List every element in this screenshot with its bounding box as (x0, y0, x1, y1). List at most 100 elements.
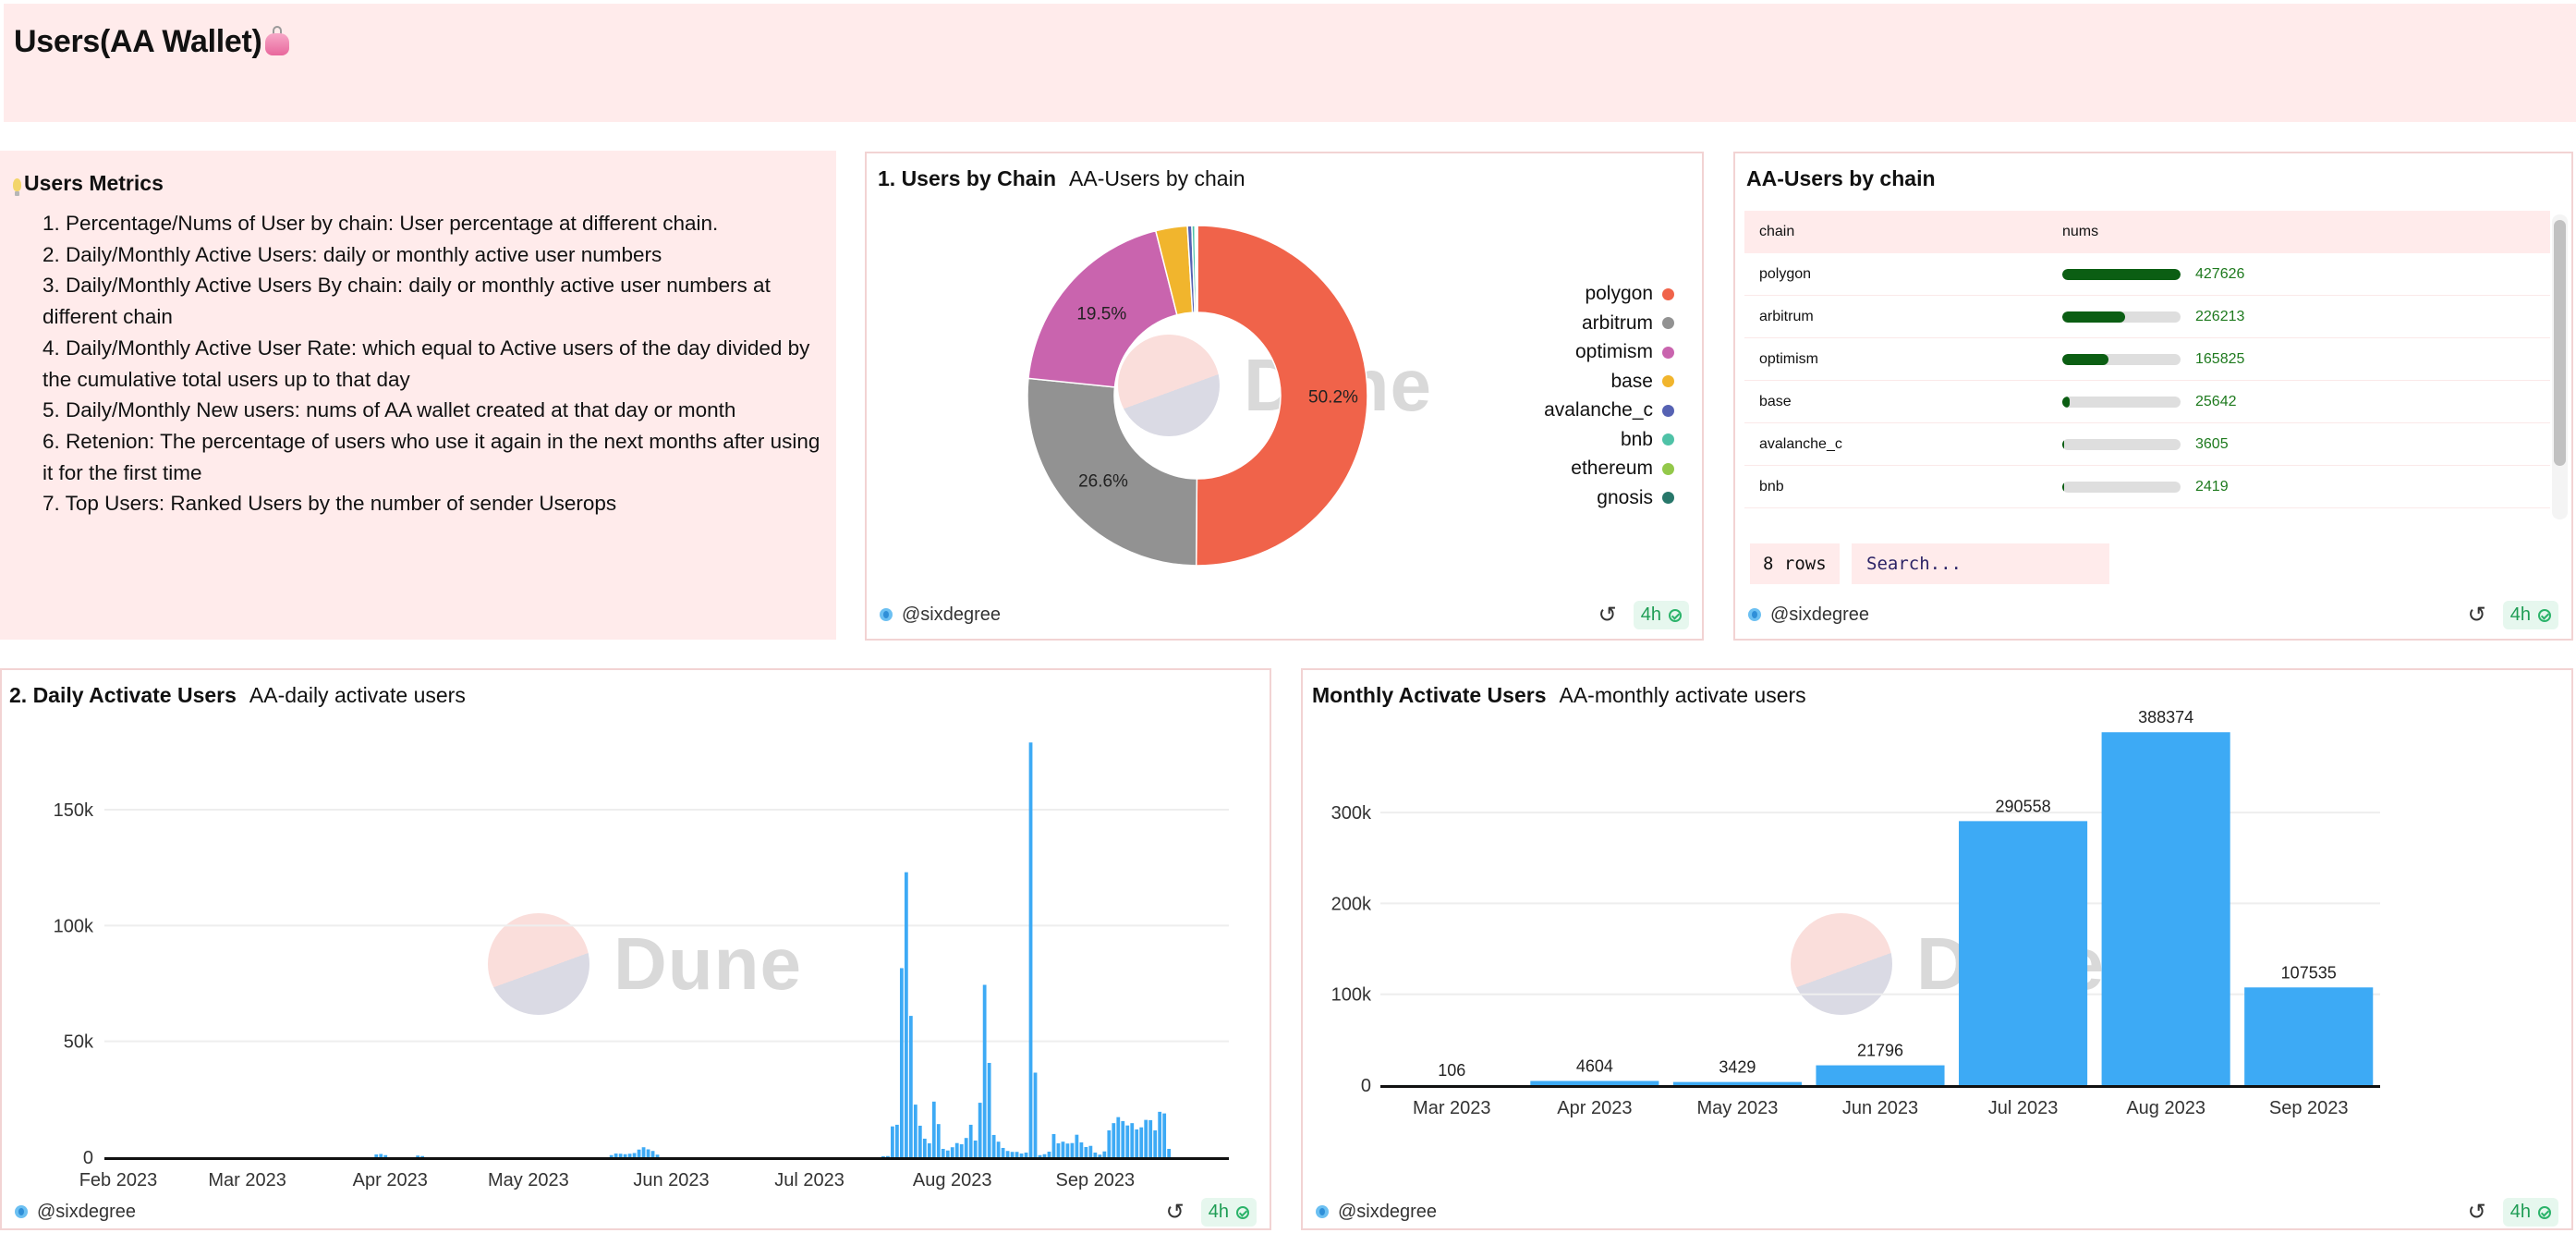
bar[interactable] (1135, 1129, 1139, 1157)
legend-item-gnosis[interactable]: gnosis (1597, 487, 1674, 509)
author-name[interactable]: @sixdegree (37, 1202, 136, 1223)
author-name[interactable]: @sixdegree (1338, 1202, 1437, 1223)
bar[interactable] (987, 1062, 991, 1157)
bar[interactable] (1079, 1141, 1084, 1157)
bar[interactable] (1056, 1142, 1061, 1157)
table-row[interactable]: avalanche_c 3605 (1744, 423, 2550, 466)
table-row[interactable]: arbitrum 226213 (1744, 296, 2550, 338)
table-row[interactable]: bnb 2419 (1744, 466, 2550, 508)
author[interactable]: @sixdegree (15, 1202, 136, 1223)
bar[interactable] (886, 1155, 890, 1157)
bar[interactable] (982, 984, 987, 1157)
bar[interactable] (941, 1148, 945, 1157)
bar[interactable] (1019, 1153, 1024, 1157)
bar[interactable] (1038, 1154, 1042, 1157)
table-scrollbar-thumb[interactable] (2554, 220, 2566, 466)
bar[interactable] (1098, 1154, 1102, 1157)
card-title-main[interactable]: AA-Users by chain (1746, 166, 1936, 190)
table-row[interactable]: base 25642 (1744, 381, 2550, 423)
bar[interactable] (1047, 1151, 1051, 1157)
bar[interactable] (950, 1147, 954, 1157)
bar[interactable] (1816, 1065, 1945, 1085)
bar[interactable] (646, 1149, 650, 1157)
bar[interactable] (2244, 987, 2374, 1085)
bar[interactable] (1125, 1125, 1130, 1157)
bar[interactable] (614, 1153, 618, 1157)
bar[interactable] (1042, 1154, 1047, 1157)
bar[interactable] (945, 1150, 950, 1157)
legend-item-polygon[interactable]: polygon (1585, 283, 1674, 305)
author[interactable]: @sixdegree (1316, 1202, 1437, 1223)
refresh-icon[interactable]: ↺ (1598, 604, 1617, 627)
legend-item-arbitrum[interactable]: arbitrum (1582, 312, 1674, 335)
bar[interactable] (641, 1147, 646, 1157)
bar[interactable] (1065, 1143, 1070, 1157)
refresh-icon[interactable]: ↺ (1166, 1201, 1185, 1224)
bar[interactable] (374, 1154, 379, 1157)
legend-item-bnb[interactable]: bnb (1621, 429, 1674, 451)
bar[interactable] (1153, 1129, 1158, 1157)
bar[interactable] (959, 1143, 964, 1157)
bar[interactable] (899, 968, 904, 1157)
bar[interactable] (1084, 1146, 1088, 1157)
author[interactable]: @sixdegree (880, 604, 1001, 626)
bar[interactable] (1024, 1152, 1028, 1157)
bar[interactable] (623, 1154, 627, 1157)
bar[interactable] (917, 1125, 922, 1157)
legend-item-avalanche_c[interactable]: avalanche_c (1544, 399, 1674, 421)
table-search-input[interactable] (1852, 543, 2109, 584)
table-row[interactable]: optimism 165825 (1744, 338, 2550, 381)
bar[interactable] (1005, 1151, 1010, 1157)
bar[interactable] (1070, 1142, 1075, 1157)
bar[interactable] (954, 1142, 959, 1157)
bar[interactable] (991, 1134, 996, 1157)
bar[interactable] (1158, 1111, 1162, 1157)
bar[interactable] (1033, 1072, 1038, 1157)
bar[interactable] (1130, 1123, 1135, 1157)
refresh-icon[interactable]: ↺ (2468, 604, 2486, 627)
bar[interactable] (964, 1138, 968, 1157)
bar[interactable] (1139, 1127, 1144, 1157)
bar[interactable] (973, 1140, 978, 1157)
bar[interactable] (609, 1154, 614, 1157)
bar[interactable] (894, 1124, 899, 1157)
bar[interactable] (1028, 742, 1033, 1157)
refresh-icon[interactable]: ↺ (2468, 1201, 2486, 1224)
column-header-chain[interactable]: chain (1744, 224, 2062, 240)
author-name[interactable]: @sixdegree (1770, 604, 1869, 626)
bar[interactable] (1010, 1152, 1015, 1157)
bar[interactable] (996, 1141, 1001, 1157)
bar[interactable] (1148, 1119, 1153, 1157)
bar[interactable] (1144, 1119, 1148, 1157)
bar[interactable] (1015, 1152, 1019, 1157)
bar[interactable] (913, 1105, 917, 1157)
bar[interactable] (1061, 1141, 1065, 1157)
bar[interactable] (627, 1154, 632, 1157)
bar[interactable] (655, 1154, 660, 1157)
bar[interactable] (1112, 1123, 1116, 1157)
bar[interactable] (1162, 1113, 1167, 1157)
bar[interactable] (1959, 821, 2088, 1085)
bar[interactable] (1075, 1134, 1079, 1157)
bar[interactable] (416, 1155, 420, 1157)
bar[interactable] (1093, 1152, 1098, 1157)
bar[interactable] (637, 1149, 641, 1157)
bar[interactable] (650, 1151, 655, 1157)
bar[interactable] (1102, 1151, 1107, 1157)
bar[interactable] (904, 872, 908, 1157)
bar[interactable] (1672, 1081, 1802, 1085)
author[interactable]: @sixdegree (1748, 604, 1869, 626)
legend-item-ethereum[interactable]: ethereum (1571, 458, 1674, 480)
bar[interactable] (632, 1153, 637, 1157)
bar[interactable] (1530, 1080, 1659, 1085)
bar[interactable] (927, 1142, 931, 1157)
bar[interactable] (908, 1016, 913, 1157)
bar[interactable] (931, 1101, 936, 1157)
bar[interactable] (1116, 1117, 1121, 1157)
bar[interactable] (1088, 1145, 1093, 1157)
bar[interactable] (1001, 1147, 1005, 1157)
bar[interactable] (978, 1103, 982, 1157)
bar[interactable] (383, 1154, 388, 1157)
bar[interactable] (379, 1154, 383, 1157)
author-name[interactable]: @sixdegree (902, 604, 1001, 626)
